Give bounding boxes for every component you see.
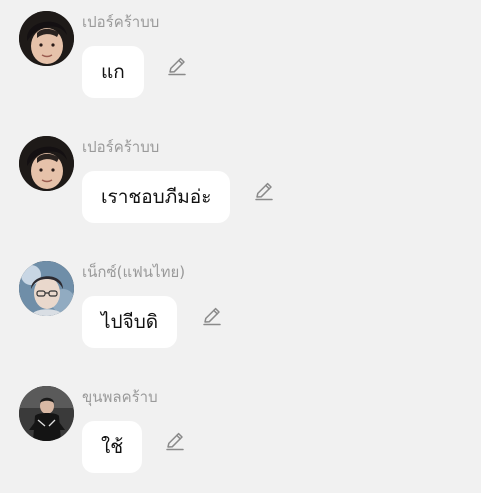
user-avatar-icon	[19, 261, 74, 316]
avatar[interactable]	[19, 136, 74, 191]
user-avatar-icon	[19, 11, 74, 66]
pencil-icon[interactable]	[166, 55, 188, 77]
chat-message: เปอร์คร้าบบ เราชอบภีมอ่ะ	[0, 125, 481, 225]
sender-name: เปอร์คร้าบบ	[82, 13, 160, 31]
avatar[interactable]	[19, 11, 74, 66]
user-avatar-icon	[19, 136, 74, 191]
message-bubble: เราชอบภีมอ่ะ	[82, 171, 231, 223]
pencil-icon[interactable]	[164, 430, 186, 452]
chat-message: เปอร์คร้าบบ แก	[0, 0, 481, 100]
sender-name: เน็กซ์(แฟนไทย)	[82, 263, 186, 281]
chat-thread: เปอร์คร้าบบ แก เปอร์คร้าบบ เราชอบภีมอ่ะ	[0, 0, 481, 493]
sender-name: เปอร์คร้าบบ	[82, 138, 160, 156]
user-avatar-icon	[19, 386, 74, 441]
message-bubble: ไปจีบดิ	[82, 296, 178, 348]
message-bubble: แก	[82, 46, 144, 98]
chat-message: ขุนพลคร้าบ ใช้	[0, 375, 481, 475]
chat-message: เน็กซ์(แฟนไทย) ไปจีบดิ	[0, 250, 481, 350]
sender-name: ขุนพลคร้าบ	[82, 388, 158, 406]
message-bubble: ใช้	[82, 421, 143, 473]
avatar[interactable]	[19, 261, 74, 316]
avatar[interactable]	[19, 386, 74, 441]
pencil-icon[interactable]	[253, 180, 275, 202]
pencil-icon[interactable]	[201, 305, 223, 327]
